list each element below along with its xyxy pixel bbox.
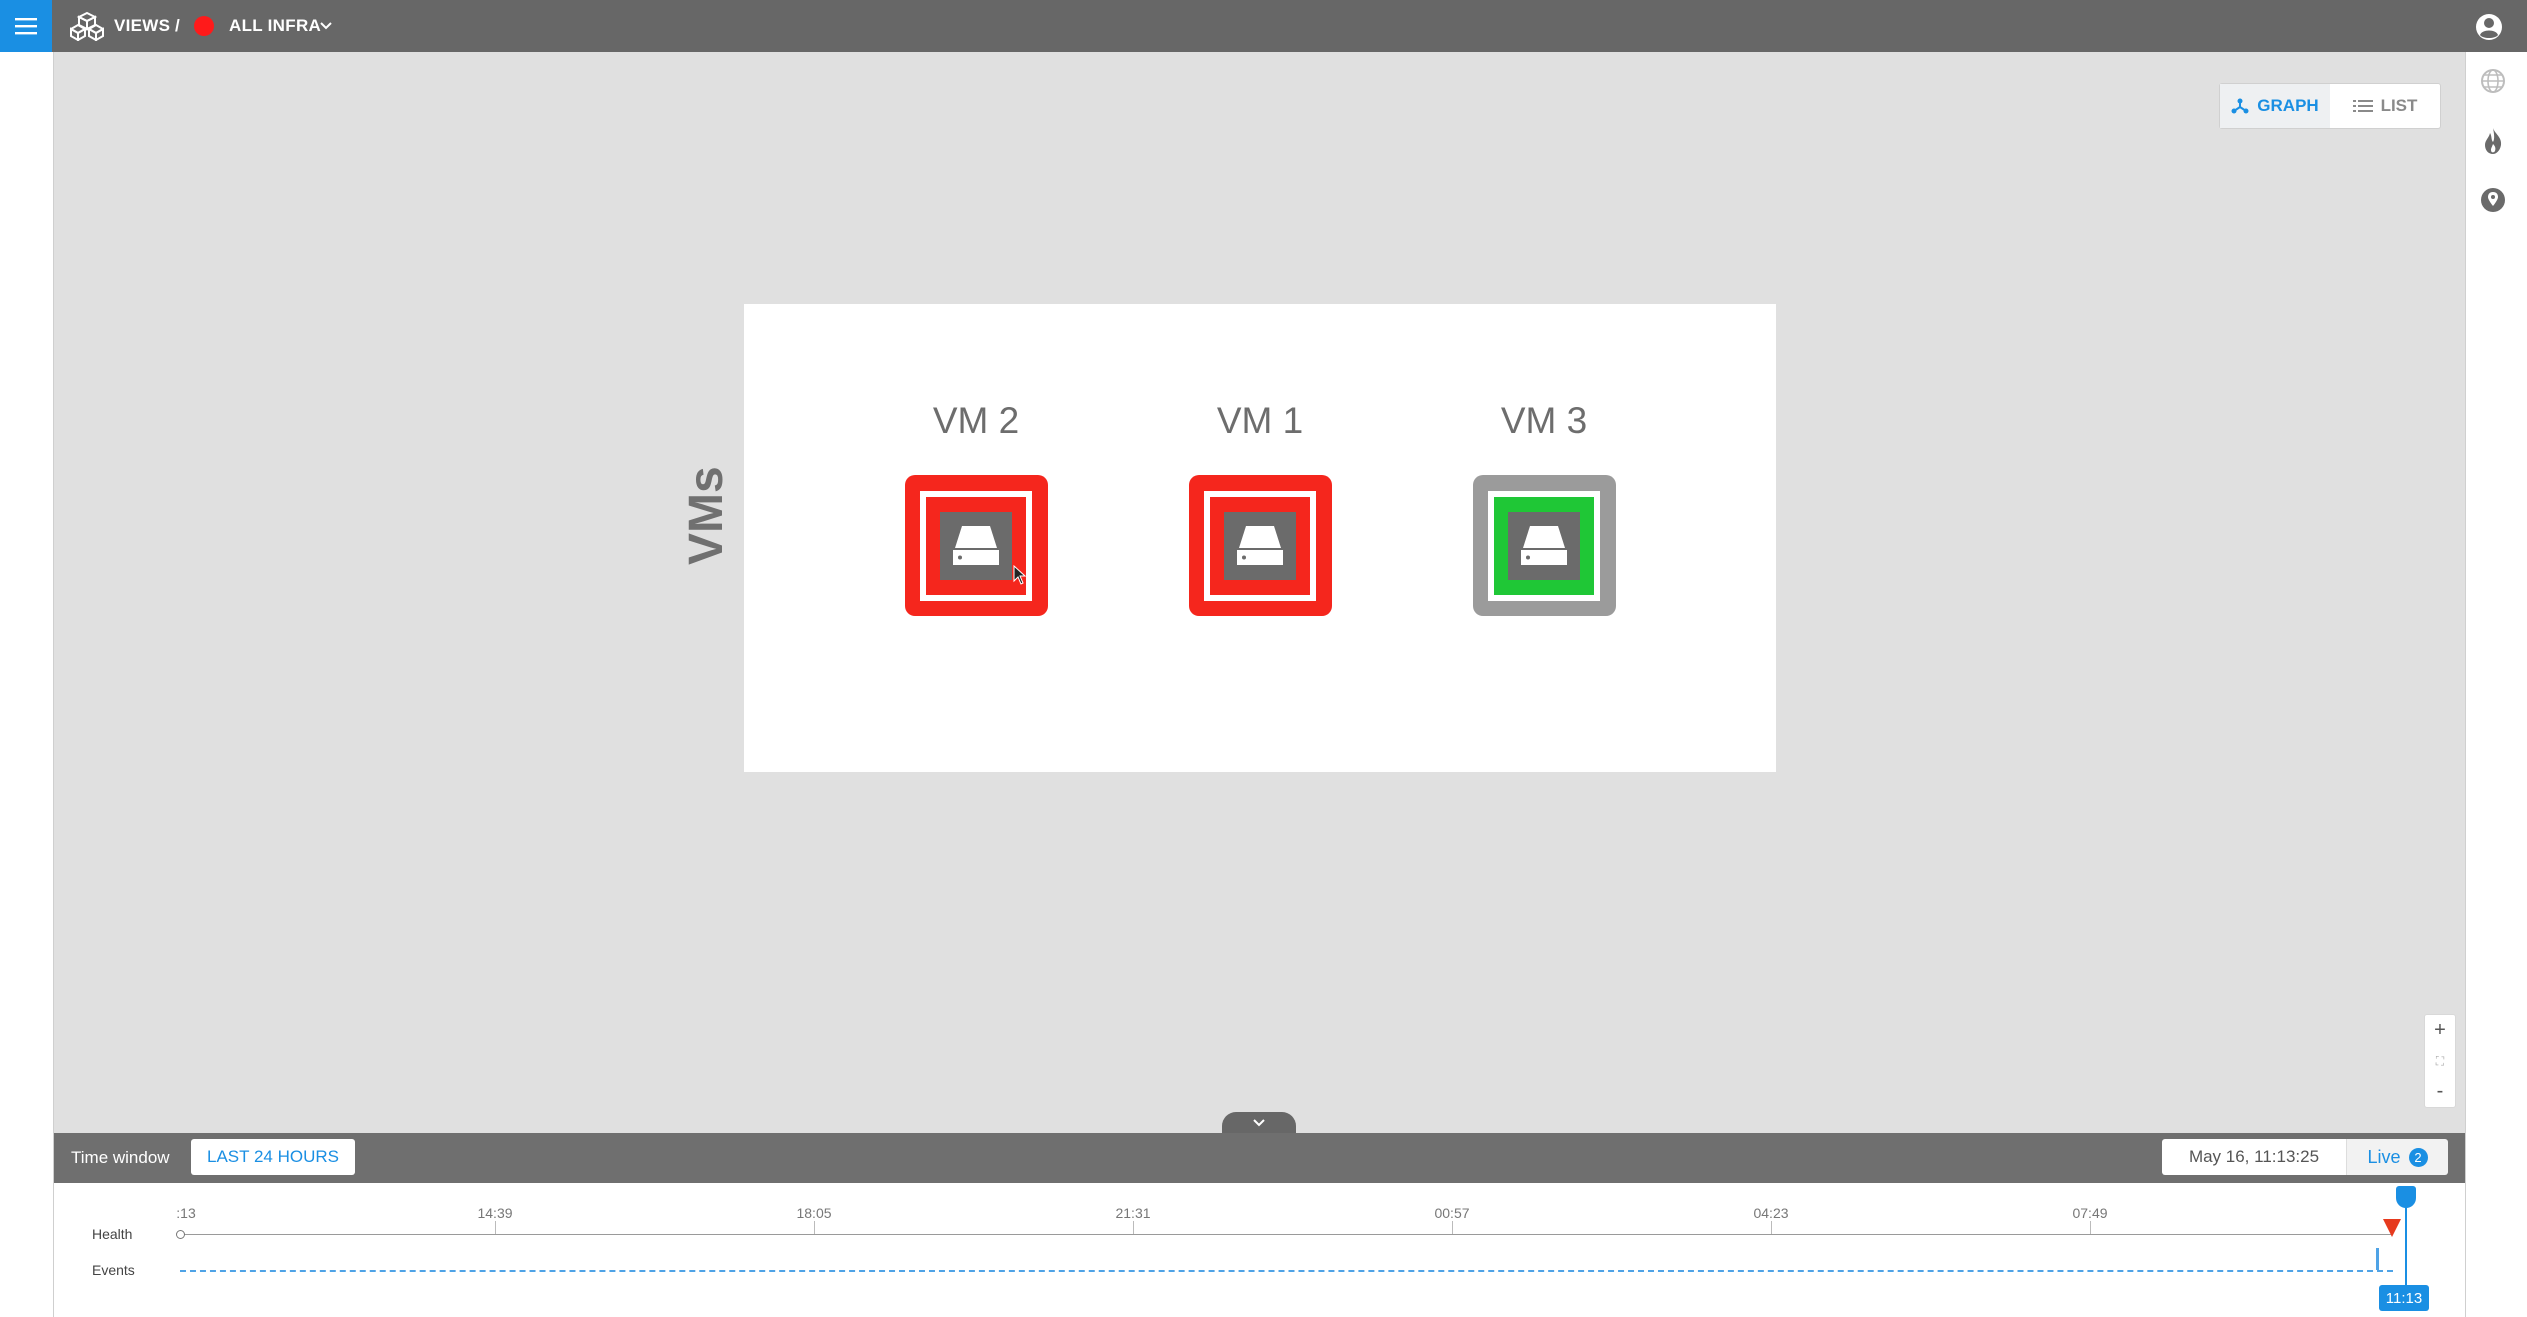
vm-status-tile[interactable] — [1188, 475, 1332, 616]
vm-node-vm-3[interactable]: VM 3 — [1469, 395, 1619, 616]
timeline-tick: 18:05 — [796, 1205, 832, 1221]
zoom-out-button[interactable]: - — [2437, 1080, 2444, 1103]
vm-node-vm-1[interactable]: VM 1 — [1185, 395, 1335, 616]
timeline-tick: 07:49 — [2072, 1205, 2108, 1221]
zoom-in-button[interactable]: + — [2434, 1019, 2446, 1042]
user-account-icon[interactable] — [2474, 12, 2504, 42]
hamburger-menu-button[interactable] — [0, 0, 52, 52]
globe-icon[interactable] — [2479, 67, 2507, 95]
mouse-cursor-icon — [1013, 565, 1027, 585]
list-icon — [2352, 100, 2373, 112]
vm-node-label: VM 3 — [1500, 400, 1588, 441]
timeline-tick: 14:39 — [477, 1205, 513, 1221]
current-time-label: 11:13 — [2379, 1285, 2429, 1311]
left-sidebar — [0, 52, 54, 1317]
timeline-tick-mark — [2090, 1221, 2091, 1234]
timeline-tick-mark — [495, 1221, 496, 1234]
vm-status-tile[interactable] — [904, 475, 1048, 616]
zoom-controls: + ⛶ - — [2424, 1014, 2456, 1108]
timeline-tick-mark — [814, 1221, 815, 1234]
right-sidebar — [2465, 52, 2527, 1317]
time-window-label: Time window — [71, 1148, 170, 1167]
map-pin-icon[interactable] — [2479, 186, 2507, 214]
view-status-badge — [194, 16, 214, 36]
vm-status-tile[interactable] — [1472, 475, 1616, 616]
timeline-tick: 21:31 — [1115, 1205, 1151, 1221]
view-mode-toggle: GRAPH LIST — [2219, 83, 2441, 129]
time-window-bar — [54, 1133, 2465, 1183]
list-view-label: LIST — [2380, 96, 2418, 115]
group-label: VMs — [680, 466, 733, 565]
vm-node-label: VM 2 — [932, 400, 1020, 441]
top-bar — [0, 0, 2527, 52]
zoom-fit-button[interactable]: ⛶ — [2436, 1054, 2444, 1069]
view-selector-label[interactable]: ALL INFRA — [229, 16, 321, 36]
timeline-origin-marker — [176, 1230, 185, 1239]
timeline-row-label-health: Health — [92, 1226, 133, 1242]
health-track — [180, 1234, 2393, 1235]
health-alert-marker[interactable] — [2383, 1219, 2401, 1237]
timeline-tick: 04:23 — [1753, 1205, 1789, 1221]
live-count-badge: 2 — [2408, 1147, 2428, 1167]
list-view-button[interactable]: LIST — [2330, 84, 2440, 128]
breadcrumb-separator: / — [175, 16, 181, 35]
live-button[interactable]: Live 2 — [2346, 1139, 2448, 1175]
graph-icon — [2231, 98, 2249, 114]
event-marker[interactable] — [2376, 1248, 2379, 1270]
menu-icon — [15, 18, 37, 35]
timeline-row-label-events: Events — [92, 1262, 135, 1278]
timeline-tick-mark — [1452, 1221, 1453, 1234]
timeline-tick-mark — [1133, 1221, 1134, 1234]
chevron-down-icon[interactable] — [319, 18, 333, 32]
current-time-handle[interactable] — [2396, 1186, 2416, 1208]
hard-drive-icon — [1224, 511, 1296, 580]
hard-drive-icon — [940, 511, 1012, 580]
chevron-down-icon — [1253, 1119, 1265, 1127]
live-label: Live — [2367, 1146, 2401, 1167]
timeline-tick: :13 — [176, 1205, 196, 1221]
timeline-tick: 00:57 — [1434, 1205, 1470, 1221]
hard-drive-icon — [1508, 511, 1580, 580]
graph-view-button[interactable]: GRAPH — [2220, 84, 2330, 128]
timeline-collapse-button[interactable] — [1222, 1112, 1296, 1134]
events-track — [180, 1270, 2393, 1272]
timeline-panel[interactable] — [54, 1183, 2465, 1317]
graph-view-label: GRAPH — [2257, 96, 2319, 115]
breadcrumb-views[interactable]: VIEWS — [114, 16, 170, 36]
current-datetime[interactable]: May 16, 11:13:25 — [2162, 1139, 2346, 1175]
cubes-logo-icon — [70, 11, 104, 41]
flame-icon[interactable] — [2479, 126, 2507, 156]
time-range-button[interactable]: LAST 24 HOURS — [191, 1139, 355, 1175]
vm-node-vm-2[interactable]: VM 2 — [901, 395, 1051, 616]
vm-node-label: VM 1 — [1216, 400, 1304, 441]
timeline-tick-mark — [1771, 1221, 1772, 1234]
